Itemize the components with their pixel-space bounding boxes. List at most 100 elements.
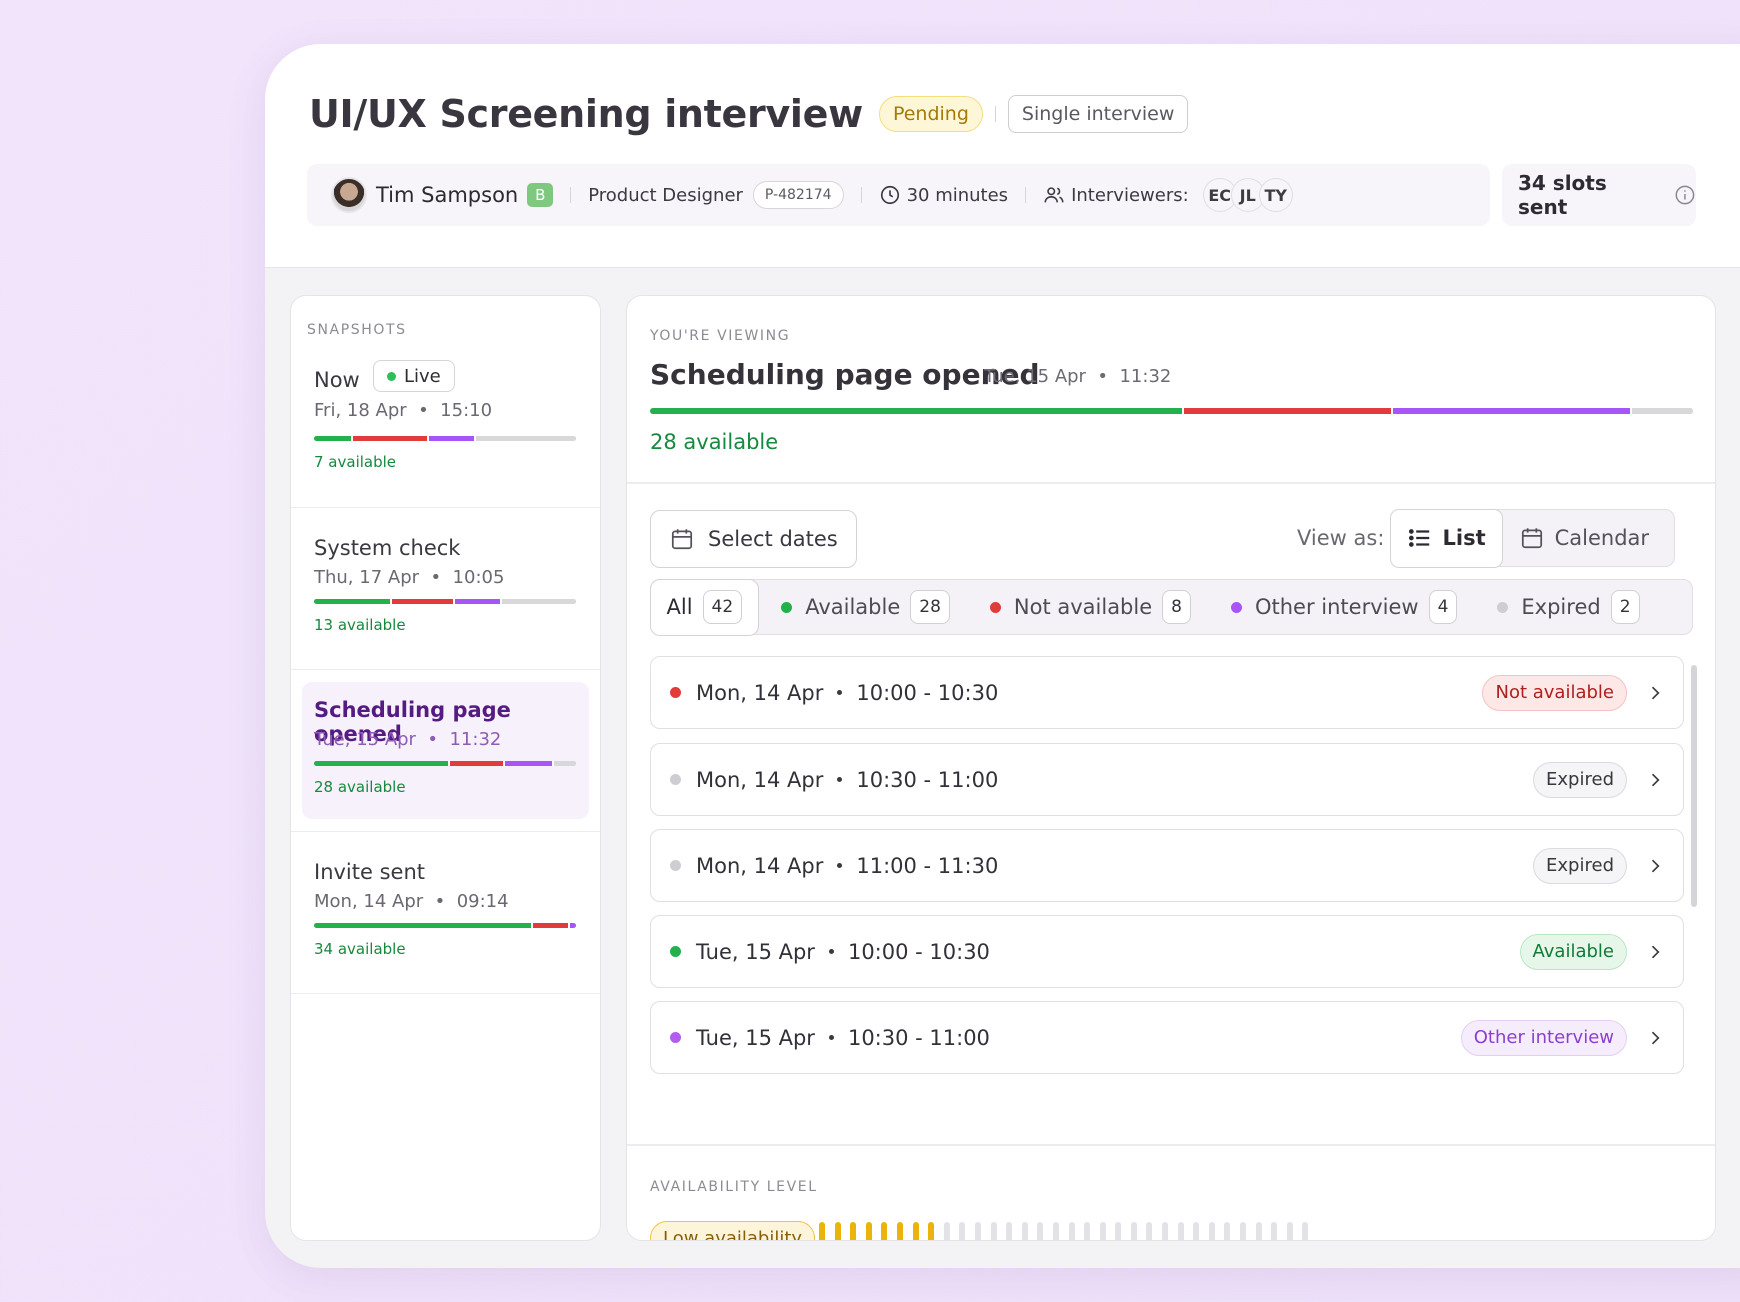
filter-count: 42	[702, 590, 743, 624]
separator-dot	[828, 949, 834, 954]
chevron-right-icon[interactable]	[1645, 683, 1665, 703]
interview-card: UI/UX Screening interview Pending Single…	[265, 44, 1740, 1268]
available-segment	[314, 761, 448, 766]
slots-sent-label: 34 slots sent	[1518, 171, 1607, 219]
snapshot-date: Mon, 14 Apr • 09:14	[314, 891, 509, 912]
snapshot-item-now[interactable]: Now Live Fri, 18 Apr • 15:10 7 available	[291, 346, 600, 508]
interview-header: UI/UX Screening interview Pending Single…	[265, 44, 1740, 268]
status-dot-icon	[1497, 601, 1509, 613]
interviewers-label: Interviewers:	[1071, 184, 1189, 206]
status-dot-icon	[670, 774, 681, 785]
interviewer-avatars: EC JL TY	[1202, 178, 1293, 212]
availability-level-badge: Low availability	[650, 1221, 816, 1240]
level-bar-filled	[912, 1222, 919, 1240]
filter-not-available[interactable]: Not available 8	[968, 580, 1209, 634]
level-bar-empty	[1146, 1222, 1153, 1240]
level-bar-empty	[1162, 1222, 1169, 1240]
not-available-segment	[447, 761, 503, 766]
chevron-right-icon[interactable]	[1645, 942, 1665, 962]
status-badge: Pending	[878, 96, 983, 132]
viewing-label: YOU'RE VIEWING	[650, 328, 791, 344]
view-toggle: List Calendar	[1389, 508, 1675, 568]
available-segment	[314, 923, 532, 928]
slot-row[interactable]: Mon, 14 Apr 11:00 - 11:30 Expired	[650, 829, 1684, 902]
separator-dot	[828, 1035, 834, 1040]
slot-time: 11:00 - 11:30	[856, 853, 999, 878]
other-interview-segment	[452, 599, 500, 604]
level-bar-empty	[1099, 1222, 1106, 1240]
slot-row[interactable]: Mon, 14 Apr 10:30 - 11:00 Expired	[650, 743, 1684, 816]
chevron-right-icon[interactable]	[1645, 856, 1665, 876]
other-interview-segment	[1390, 408, 1631, 414]
filter-expired[interactable]: Expired 2	[1475, 580, 1657, 634]
slot-row[interactable]: Tue, 15 Apr 10:00 - 10:30 Available	[650, 915, 1684, 988]
select-dates-button[interactable]: Select dates	[650, 510, 857, 568]
status-dot-icon	[670, 1032, 681, 1043]
info-icon[interactable]	[1674, 184, 1696, 206]
calendar-icon	[1521, 528, 1542, 549]
level-bar-empty	[1115, 1222, 1122, 1240]
other-interview-segment	[502, 761, 553, 766]
list-icon	[1408, 529, 1429, 547]
level-bar-empty	[1271, 1222, 1278, 1240]
candidate-name[interactable]: Tim Sampson	[376, 183, 518, 207]
list-view-button[interactable]: List	[1389, 508, 1503, 568]
level-bar-empty	[1130, 1222, 1137, 1240]
expired-segment	[473, 436, 576, 441]
level-bar-empty	[1068, 1222, 1075, 1240]
level-bar-empty	[1240, 1222, 1247, 1240]
level-bar-filled	[850, 1222, 857, 1240]
status-dot-icon	[1230, 601, 1242, 613]
candidate-level-badge: B	[527, 183, 554, 207]
divider	[627, 1144, 1715, 1146]
status-dot-icon	[781, 601, 793, 613]
chevron-right-icon[interactable]	[1645, 1028, 1665, 1048]
slot-time: 10:00 - 10:30	[856, 680, 999, 705]
level-bar-filled	[928, 1222, 935, 1240]
live-dot-icon	[387, 371, 396, 381]
other-interview-segment	[426, 436, 474, 441]
filter-count: 2	[1610, 590, 1640, 624]
chevron-right-icon[interactable]	[1645, 770, 1665, 790]
status-dot-icon	[670, 687, 681, 698]
available-segment	[314, 436, 351, 441]
view-as-label: View as:	[1297, 526, 1385, 550]
page-title: UI/UX Screening interview	[309, 92, 863, 136]
separator-dot	[837, 863, 843, 868]
interviewer-avatar[interactable]: TY	[1258, 178, 1293, 212]
divider	[1025, 187, 1027, 203]
snapshot-title: Now	[314, 368, 360, 392]
position-id-pill: P-482174	[752, 181, 844, 209]
status-filter-bar: All 42 Available 28 Not available 8 Othe…	[649, 578, 1693, 636]
snapshot-item-system-check[interactable]: System check Thu, 17 Apr • 10:05 13 avai…	[291, 508, 600, 670]
filter-count: 28	[910, 590, 950, 624]
level-bar-empty	[1255, 1222, 1262, 1240]
snapshot-availability-bar	[314, 761, 576, 766]
slots-list[interactable]: Mon, 14 Apr 10:00 - 10:30 Not available …	[650, 656, 1684, 1076]
not-available-segment	[531, 923, 569, 928]
filter-available[interactable]: Available 28	[759, 580, 968, 634]
scrollbar[interactable]	[1691, 665, 1697, 907]
expired-segment	[1630, 408, 1693, 414]
level-bar-empty	[974, 1222, 981, 1240]
list-label: List	[1442, 526, 1486, 550]
snapshot-title: System check	[314, 536, 461, 560]
filter-other-interview[interactable]: Other interview 4	[1209, 580, 1475, 634]
slot-row[interactable]: Mon, 14 Apr 10:00 - 10:30 Not available	[650, 656, 1684, 729]
snapshot-item-invite-sent[interactable]: Invite sent Mon, 14 Apr • 09:14 34 avail…	[291, 832, 600, 994]
viewing-panel: YOU'RE VIEWING Scheduling page opened Tu…	[626, 295, 1716, 1241]
expired-segment	[552, 761, 576, 766]
slot-row[interactable]: Tue, 15 Apr 10:30 - 11:00 Other intervie…	[650, 1001, 1684, 1074]
avatar[interactable]	[331, 177, 367, 213]
snapshot-available-count: 28 available	[314, 778, 406, 796]
status-dot-icon	[670, 860, 681, 871]
available-segment	[650, 408, 1182, 414]
slot-date: Tue, 15 Apr	[696, 939, 815, 964]
role-label: Product Designer	[588, 184, 743, 206]
filter-all[interactable]: All 42	[649, 578, 760, 636]
calendar-view-button[interactable]: Calendar	[1503, 510, 1665, 566]
separator-dot	[837, 690, 843, 695]
slot-time: 10:00 - 10:30	[847, 939, 990, 964]
filter-count: 8	[1162, 590, 1191, 624]
snapshot-item-scheduling-page-opened[interactable]: Scheduling page opened Tue, 15 Apr • 11:…	[291, 670, 600, 832]
